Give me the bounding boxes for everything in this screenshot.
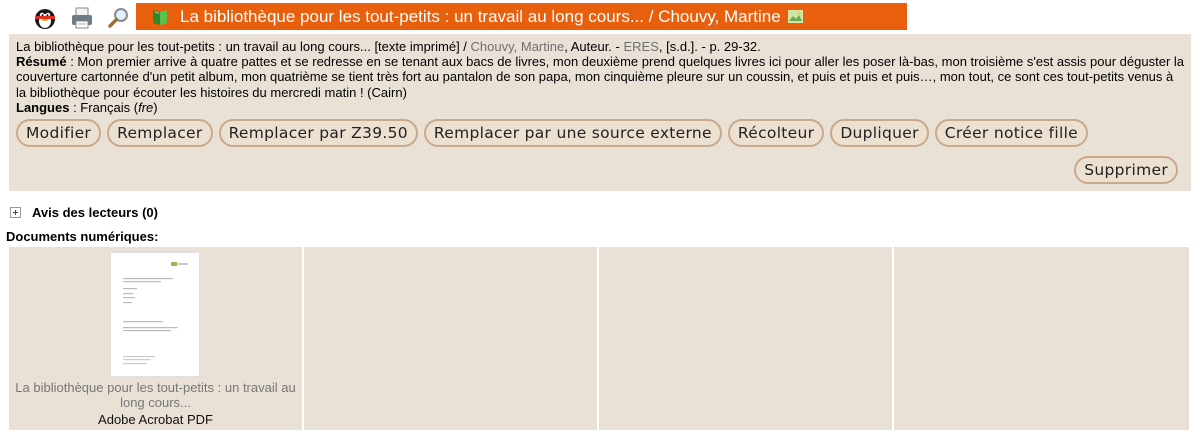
creer-notice-fille-button[interactable]: Créer notice fille <box>934 119 1089 148</box>
notice-panel: La bibliothèque pour les tout-petits : u… <box>9 34 1191 191</box>
reference-line: La bibliothèque pour les tout-petits : u… <box>16 39 1184 54</box>
empty-document-cell <box>599 247 892 430</box>
publisher-link[interactable]: ERES <box>623 39 658 54</box>
pdf-thumbnail[interactable] <box>110 252 200 377</box>
image-icon[interactable] <box>786 9 804 24</box>
langues-code: fre <box>138 99 154 115</box>
empty-document-cell <box>304 247 597 430</box>
ref-title: La bibliothèque pour les tout-petits : u… <box>16 39 471 54</box>
printer-icon[interactable] <box>70 6 94 30</box>
magnifier-icon[interactable] <box>107 6 131 30</box>
dupliquer-button[interactable]: Dupliquer <box>830 119 929 148</box>
remplacer-source-externe-button[interactable]: Remplacer par une source externe <box>423 119 722 148</box>
record-title-tab: La bibliothèque pour les tout-petits : u… <box>136 3 907 30</box>
author-link[interactable]: Chouvy, Martine <box>471 39 565 54</box>
author-role: , Auteur. - <box>564 39 624 54</box>
documents-grid: La bibliothèque pour les tout-petits : u… <box>9 247 1189 430</box>
empty-document-cell <box>894 247 1189 430</box>
book-icon <box>153 9 167 25</box>
ref-tail: , [s.d.]. - p. 29-32. <box>658 39 761 54</box>
langues: Langues : Français (fre) <box>16 100 1184 115</box>
document-title[interactable]: La bibliothèque pour les tout-petits : u… <box>9 380 302 410</box>
langues-close: ) <box>153 99 158 115</box>
documents-heading: Documents numériques: <box>6 229 159 244</box>
remplacer-button[interactable]: Remplacer <box>107 119 213 148</box>
avis-toggle[interactable]: Avis des lecteurs (0) <box>10 203 158 221</box>
resume: Résumé : Mon premier arrive à quatre pat… <box>16 54 1184 100</box>
expand-plus-icon[interactable] <box>10 206 21 218</box>
resume-label: Résumé <box>16 54 67 70</box>
action-buttons: Modifier Remplacer Remplacer par Z39.50 Rem… <box>16 119 1184 149</box>
pdf-page-preview-icon <box>123 262 188 365</box>
remplacer-z3950-button[interactable]: Remplacer par Z39.50 <box>218 119 418 148</box>
avis-label[interactable]: Avis des lecteurs (0) <box>32 205 158 220</box>
recolteur-button[interactable]: Récolteur <box>727 119 825 148</box>
document-cell[interactable]: La bibliothèque pour les tout-petits : u… <box>9 247 302 430</box>
document-type: Adobe Acrobat PDF <box>98 412 213 427</box>
langues-label: Langues <box>16 99 70 115</box>
supprimer-button[interactable]: Supprimer <box>1074 156 1178 184</box>
resume-text: : Mon premier arrive à quatre pattes et … <box>16 54 1185 100</box>
tux-icon[interactable] <box>33 6 57 30</box>
langues-value: : Français ( <box>69 99 139 115</box>
modifier-button[interactable]: Modifier <box>16 119 102 148</box>
toolbar: La bibliothèque pour les tout-petits : u… <box>0 0 1200 34</box>
record-title: La bibliothèque pour les tout-petits : u… <box>180 6 781 26</box>
